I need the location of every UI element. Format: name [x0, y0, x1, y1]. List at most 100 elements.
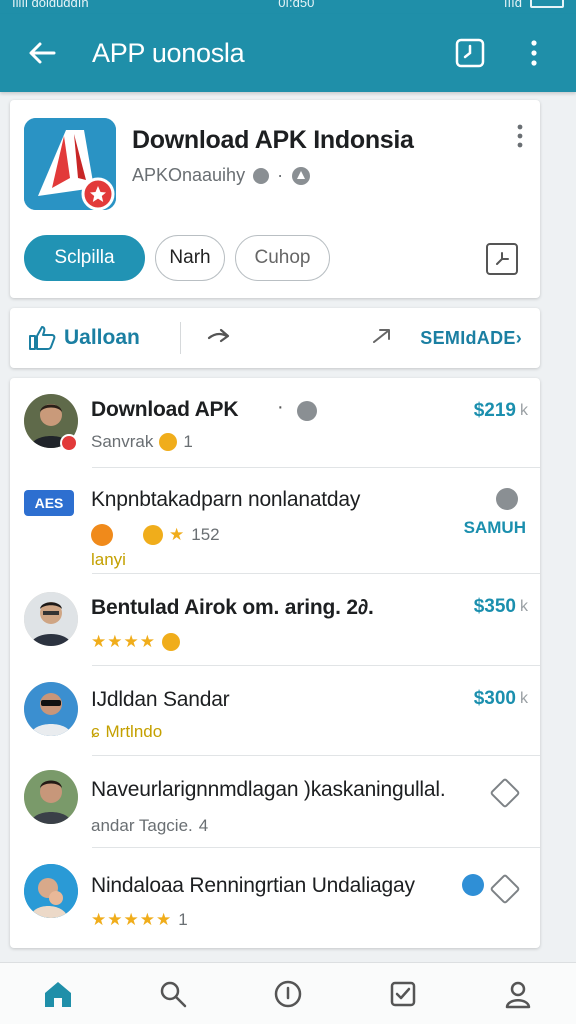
item-count: 1: [178, 910, 188, 929]
price-mark: k: [520, 402, 528, 419]
status-bar: Illıl ɑolɑuɑɑın 0ı:ɑ50 ıııɑ: [0, 0, 576, 14]
results-list: Download APK · Sanvrak 1 $219 k AES Knpn…: [10, 378, 540, 948]
price-mark: k: [520, 598, 528, 615]
avatar: [24, 682, 78, 736]
list-item[interactable]: Download APK · Sanvrak 1 $219 k: [10, 378, 540, 468]
list-item[interactable]: Naveurlarignnmdlagan )kaskaningullal. an…: [10, 756, 540, 848]
price-value: $219: [473, 400, 516, 421]
nav-home[interactable]: [36, 972, 80, 1016]
forward-button[interactable]: [207, 327, 231, 350]
nav-search[interactable]: [151, 972, 195, 1016]
nav-profile[interactable]: [496, 972, 540, 1016]
developer-name[interactable]: APKOnaauihy: [132, 165, 245, 186]
status-left: Illıl ɑolɑuɑɑın: [12, 0, 89, 10]
nav-tasks[interactable]: [381, 972, 425, 1016]
item-subtitle-text: Sanvrak: [91, 432, 154, 451]
share-button[interactable]: [486, 243, 518, 275]
more-vertical-icon: [531, 40, 537, 66]
directions-icon[interactable]: [489, 873, 521, 905]
item-title: Naveurlarignnmdlagan )kaskaningullal.: [91, 778, 446, 801]
home-icon: [44, 981, 71, 1007]
separator-dot: ·: [277, 396, 284, 418]
card-menu-button[interactable]: [516, 124, 524, 153]
list-item[interactable]: AES Knpnbtakadparn nonlanatday ★ 152 lan…: [10, 468, 540, 574]
list-item[interactable]: Nindaloaa Renningrtian Undaliagay ★★★★★ …: [10, 848, 540, 948]
app-name: Download APK Indonsia: [132, 126, 414, 154]
more-vertical-icon: [517, 124, 523, 148]
share-icon: [496, 252, 509, 265]
price-mark: k: [520, 690, 528, 707]
item-extra: lanyi: [91, 550, 126, 569]
app-bar-title: APP uonosla: [92, 37, 245, 68]
bottom-nav: [0, 962, 576, 1024]
thumbs-up-icon: [29, 326, 56, 350]
sub-prefix: ɕ: [91, 722, 100, 741]
search-icon: [160, 981, 187, 1007]
item-subtitle: ɕ Mrtlndo: [91, 722, 162, 742]
avatar-image: [24, 592, 78, 646]
avatar: [24, 770, 78, 824]
app-logo-icon: [24, 118, 116, 210]
item-price: SAMUH: [464, 518, 526, 538]
item-title: Knpnbtakadparn nonlanatday: [91, 488, 361, 511]
history-button[interactable]: [448, 31, 492, 75]
item-title: Nindaloaa Renningrtian Undaliagay: [91, 874, 415, 897]
item-count: 152: [191, 525, 220, 544]
rating-stars: ★★★★★: [91, 910, 173, 929]
avatar: [24, 592, 78, 646]
reply-button[interactable]: [371, 326, 395, 351]
chip-secondary[interactable]: Narh: [155, 235, 225, 281]
back-button[interactable]: [20, 31, 64, 75]
item-rating: ★★★★★ 1: [91, 910, 188, 930]
item-subtitle-text: andar Tagcie.: [91, 816, 193, 835]
item-count: 1: [183, 432, 193, 451]
fire-icon: [91, 524, 113, 546]
like-button[interactable]: Ualloan: [28, 325, 168, 351]
app-header-card: Download APK Indonsia APKOnaauihy · Sclp…: [10, 100, 540, 298]
app-tag-badge: AES: [24, 490, 74, 516]
price-value: $300: [473, 688, 516, 709]
fruit-icon: [143, 525, 163, 545]
user-icon: [506, 981, 531, 1008]
item-price: $350 k: [474, 596, 528, 618]
arrow-up-right-icon: [373, 328, 390, 343]
item-count: 4: [198, 816, 209, 835]
item-subtitle: ★ 152: [91, 524, 220, 546]
avatar-image: [24, 864, 78, 918]
item-title: IJdldan Sandar: [91, 688, 230, 711]
emoji-icon: [161, 633, 180, 651]
clock-square-icon: [455, 38, 485, 68]
item-title: Bentulad Airok om. aring. 2∂.: [91, 596, 374, 619]
emoji-icon: [159, 433, 178, 451]
checklist-icon: [390, 981, 416, 1006]
info-icon: [462, 874, 484, 896]
battery-icon: [529, 0, 564, 8]
directions-icon[interactable]: [489, 777, 521, 809]
list-item[interactable]: IJdldan Sandar ɕ Mrtlndo $300 k: [10, 666, 540, 756]
item-price: $219 k: [474, 400, 528, 422]
list-item[interactable]: Bentulad Airok om. aring. 2∂. ★★★★ $350 …: [10, 574, 540, 666]
item-title: Download APK: [91, 398, 239, 421]
item-subtitle-text: Mrtlndo: [105, 722, 163, 741]
rating-stars: ★★★★: [91, 632, 156, 651]
info-circle-icon: [274, 980, 302, 1007]
app-logo[interactable]: [24, 118, 116, 210]
more-menu-button[interactable]: [512, 31, 556, 75]
chip-tertiary[interactable]: Cuhop: [235, 235, 330, 281]
avatar: [24, 864, 78, 918]
status-icon: [297, 401, 317, 421]
star-icon: ★: [169, 525, 186, 544]
settings-icon: [496, 488, 518, 510]
status-time: 0ı:ɑ50: [278, 0, 315, 10]
nav-info[interactable]: [266, 972, 310, 1016]
action-bar-card: Ualloan SEMIdADE›: [10, 308, 540, 368]
badge-icon: [292, 166, 311, 185]
separator-dot: ·: [277, 165, 284, 185]
app-bar: APP uonosla: [0, 14, 576, 92]
install-button[interactable]: Sclpilla: [24, 235, 145, 281]
see-more-link[interactable]: SEMIdADE›: [420, 328, 522, 349]
item-rating: ★★★★: [91, 632, 180, 652]
avatar-image: [24, 770, 78, 824]
info-icon: [253, 167, 270, 184]
signal-text: ıııɑ: [503, 0, 522, 10]
